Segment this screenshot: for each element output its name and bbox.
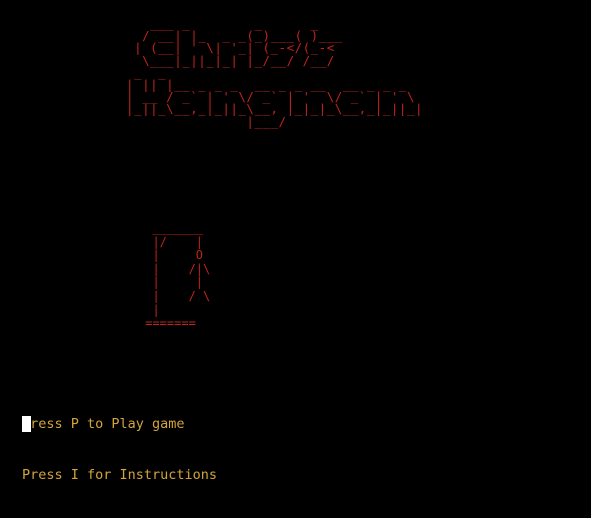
terminal-window: ___ _ _ _ / __| |_ _ _(_)___( )___ | (__…: [0, 0, 591, 483]
main-menu: Press P to Play game Press I for Instruc…: [22, 382, 217, 518]
menu-option-play[interactable]: Press P to Play game: [22, 416, 217, 433]
title-art-line: |___/: [110, 113, 480, 129]
gallows-art-line: | O: [138, 248, 204, 263]
gallows-art-line: |: [138, 302, 160, 317]
text-cursor[interactable]: [22, 416, 31, 432]
gallows-art-line: | |: [138, 275, 204, 290]
gallows-art-line: | /|\: [138, 261, 211, 276]
gallows-art-line: _______: [138, 221, 204, 235]
gallows-art-line: =======: [138, 316, 196, 331]
hangman-gallows-art: _______ |/ | | O | /|\ | | | / \ | =====…: [138, 221, 211, 331]
gallows-art-line: | / \: [138, 288, 211, 303]
title-ascii-art: ___ _ _ _ / __| |_ _ _(_)___( )___ | (__…: [110, 17, 487, 129]
menu-option-instructions[interactable]: Press I for Instructions: [22, 467, 217, 484]
gallows-art-line: |/ |: [138, 234, 204, 249]
